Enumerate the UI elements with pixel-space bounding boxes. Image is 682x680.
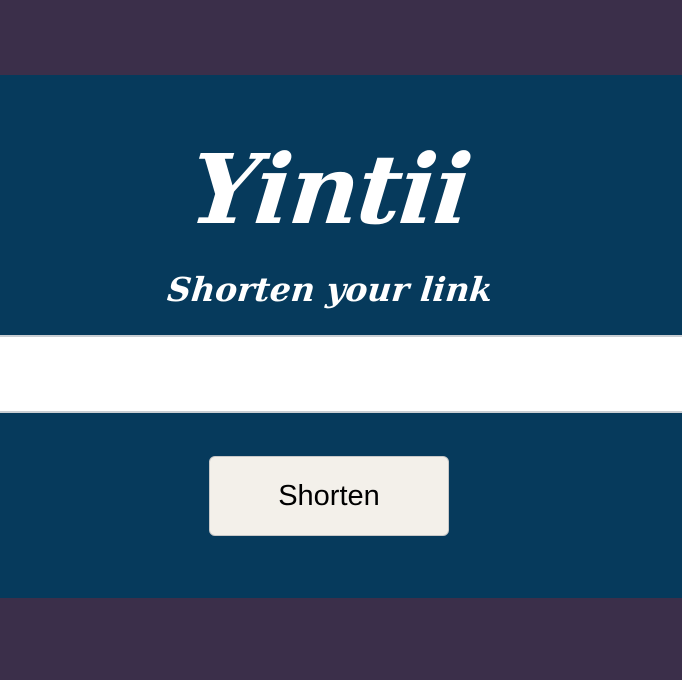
shorten-button[interactable]: Shorten <box>209 456 449 536</box>
page: Yintii Shorten your link Shorten <box>0 0 682 680</box>
brand-tagline: Shorten your link <box>165 270 495 309</box>
hero-panel: Yintii Shorten your link Shorten <box>0 75 682 598</box>
brand-logo: Yintii <box>184 133 476 246</box>
top-band <box>0 0 682 75</box>
url-input[interactable] <box>0 335 682 413</box>
bottom-band <box>0 598 682 680</box>
